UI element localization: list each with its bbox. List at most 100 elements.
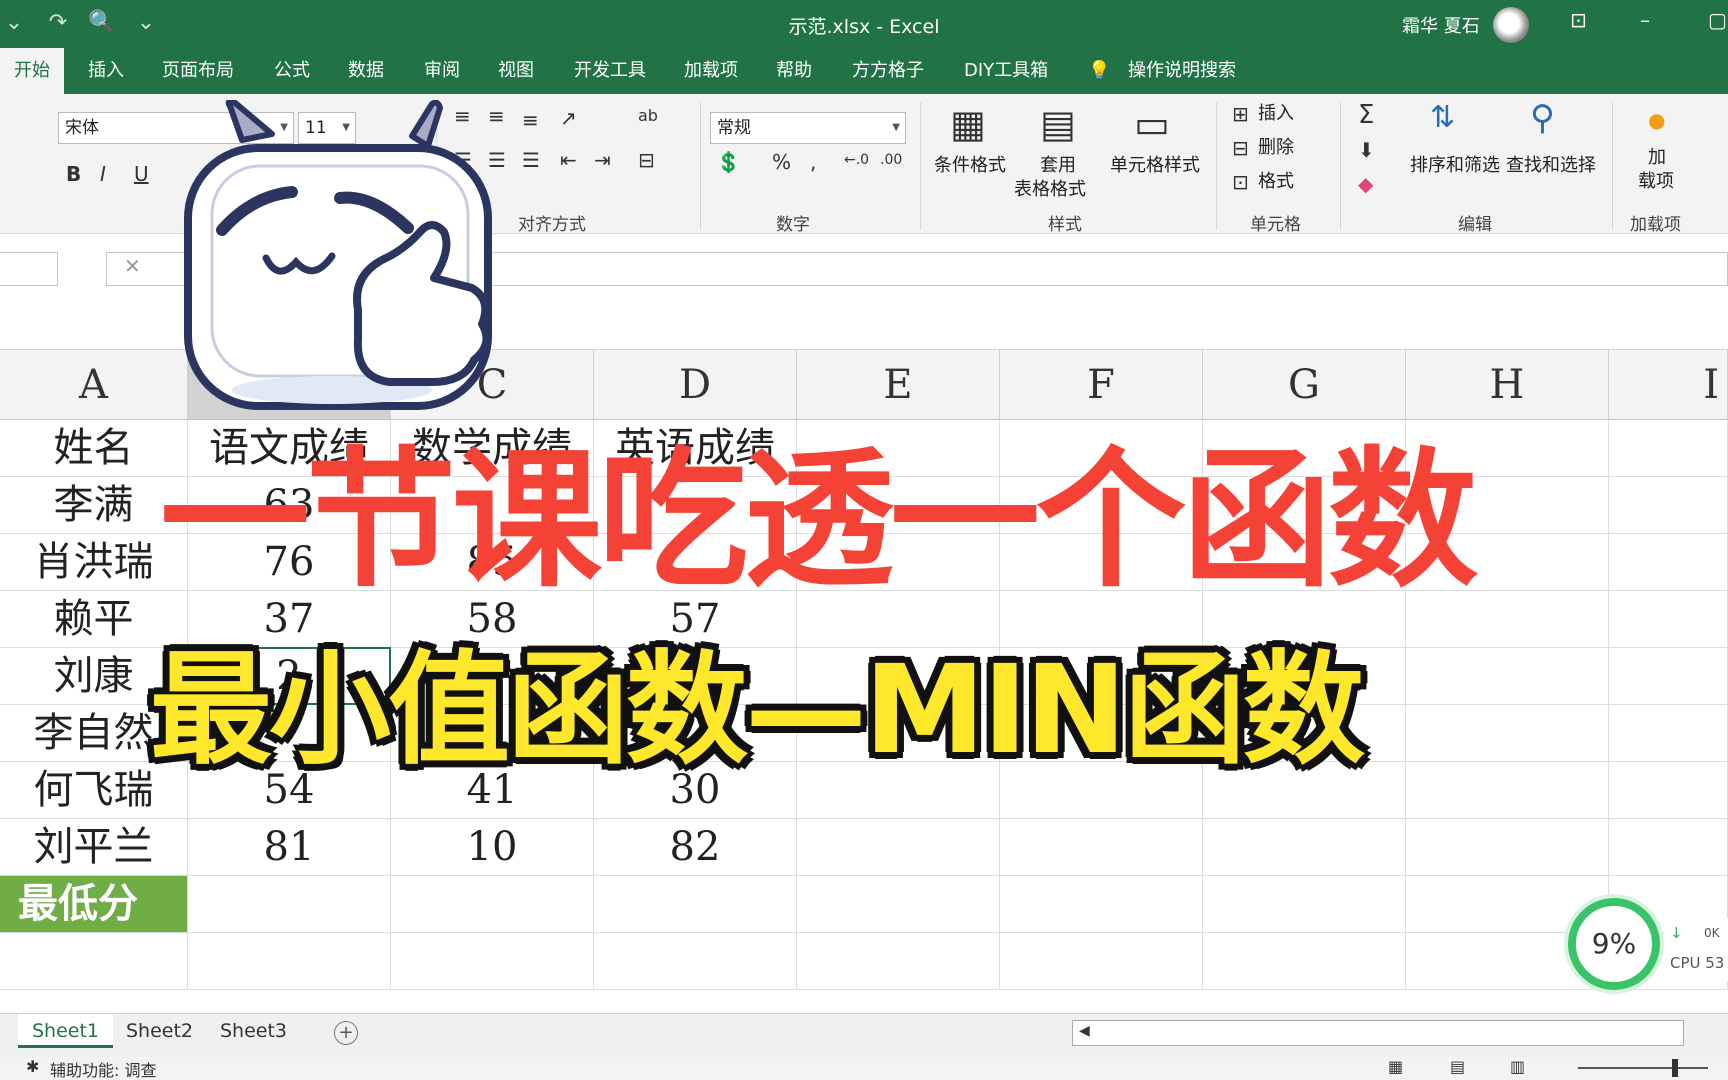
format-cells-button[interactable]: 格式 bbox=[1258, 170, 1294, 194]
page-layout-view-icon[interactable]: ▤ bbox=[1450, 1057, 1465, 1076]
autosum-icon[interactable]: Σ bbox=[1358, 100, 1374, 130]
orientation-icon[interactable]: ↗ bbox=[560, 106, 577, 130]
find-select-button[interactable]: 查找和选择 bbox=[1506, 154, 1596, 178]
accessibility-status[interactable]: 辅助功能: 调查 bbox=[50, 1057, 156, 1080]
format-as-table-button-line1[interactable]: 套用 bbox=[1040, 154, 1076, 178]
cell-r9-c4[interactable] bbox=[594, 876, 797, 933]
cell-r8-c9[interactable] bbox=[1609, 819, 1728, 876]
cell-r8-c7[interactable] bbox=[1203, 819, 1406, 876]
maximize-button[interactable]: ▢ bbox=[1708, 8, 1727, 32]
page-break-view-icon[interactable]: ▥ bbox=[1510, 1057, 1525, 1076]
tab-review[interactable]: 审阅 bbox=[424, 48, 460, 94]
minimize-button[interactable]: – bbox=[1640, 8, 1650, 32]
cell-r5-c9[interactable] bbox=[1609, 648, 1728, 705]
cell-r10-c6[interactable] bbox=[1000, 933, 1203, 990]
column-header-d[interactable]: D bbox=[594, 350, 797, 420]
net-cpu-widget[interactable]: ↓ 0K CPU 53 bbox=[1664, 918, 1728, 982]
column-header-f[interactable]: F bbox=[1000, 350, 1203, 420]
tab-data[interactable]: 数据 bbox=[348, 48, 384, 94]
underline-icon[interactable]: U bbox=[134, 162, 149, 186]
cell-r10-c7[interactable] bbox=[1203, 933, 1406, 990]
cell-r8-c2[interactable]: 81 bbox=[188, 819, 391, 876]
cell-r8-c4[interactable]: 82 bbox=[594, 819, 797, 876]
sheet-tab-1[interactable]: Sheet1 bbox=[18, 1014, 114, 1048]
insert-cells-icon[interactable]: ⊞ bbox=[1232, 102, 1249, 126]
cell-r6-c8[interactable] bbox=[1406, 705, 1609, 762]
tab-addins[interactable]: 加载项 bbox=[684, 48, 738, 94]
cell-r10-c2[interactable] bbox=[188, 933, 391, 990]
number-format-combo[interactable]: 常规 ▼ bbox=[710, 112, 906, 144]
tab-developer[interactable]: 开发工具 bbox=[574, 48, 646, 94]
cell-r8-c6[interactable] bbox=[1000, 819, 1203, 876]
horizontal-scrollbar[interactable]: ◀ bbox=[1072, 1020, 1684, 1046]
sheet-tab-2[interactable]: Sheet2 bbox=[112, 1014, 207, 1048]
cell-r1-c9[interactable] bbox=[1609, 420, 1728, 477]
search-icon[interactable]: ⚲ bbox=[1530, 98, 1555, 138]
sheet-tab-3[interactable]: Sheet3 bbox=[206, 1014, 301, 1048]
comma-style-icon[interactable]: , bbox=[810, 150, 816, 174]
ribbon-display-icon[interactable]: ⊡ bbox=[1570, 8, 1587, 32]
cell-r9-c5[interactable] bbox=[797, 876, 1000, 933]
format-as-table-button-line2[interactable]: 表格格式 bbox=[1014, 178, 1086, 202]
tab-diy-toolbox[interactable]: DIY工具箱 bbox=[964, 48, 1048, 94]
cell-r4-c9[interactable] bbox=[1609, 591, 1728, 648]
name-box[interactable] bbox=[0, 252, 58, 286]
wrap-text-icon[interactable]: ab bbox=[638, 106, 658, 125]
sort-filter-button[interactable]: 排序和筛选 bbox=[1410, 154, 1500, 178]
delete-cells-button[interactable]: 删除 bbox=[1258, 136, 1294, 160]
increase-indent-icon[interactable]: ⇥ bbox=[594, 148, 611, 172]
align-right-icon[interactable]: ☰ bbox=[522, 148, 540, 172]
normal-view-icon[interactable]: ▦ bbox=[1388, 1057, 1403, 1076]
memory-gauge[interactable]: 9% bbox=[1568, 898, 1660, 990]
tab-help[interactable]: 帮助 bbox=[776, 48, 812, 94]
tab-formulas[interactable]: 公式 bbox=[274, 48, 310, 94]
cell-r10-c3[interactable] bbox=[391, 933, 594, 990]
fill-icon[interactable]: ⬇ bbox=[1358, 138, 1375, 162]
sort-filter-icon[interactable]: ⇅ bbox=[1430, 100, 1455, 135]
cell-styles-button[interactable]: 单元格样式 bbox=[1110, 154, 1200, 178]
currency-icon[interactable]: 💲 bbox=[716, 150, 741, 174]
italic-icon[interactable]: I bbox=[100, 162, 106, 186]
decrease-decimal-icon[interactable]: .00 bbox=[880, 152, 902, 168]
cell-r9-c6[interactable] bbox=[1000, 876, 1203, 933]
cell-r2-c9[interactable] bbox=[1609, 477, 1728, 534]
increase-decimal-icon[interactable]: ←.0 bbox=[844, 152, 869, 168]
cell-r6-c9[interactable] bbox=[1609, 705, 1728, 762]
conditional-format-icon[interactable]: ▦ bbox=[950, 102, 986, 146]
avatar[interactable] bbox=[1493, 7, 1529, 43]
percent-icon[interactable]: % bbox=[772, 150, 791, 174]
tab-page-layout[interactable]: 页面布局 bbox=[162, 48, 234, 94]
cell-r8-c3[interactable]: 10 bbox=[391, 819, 594, 876]
tab-view[interactable]: 视图 bbox=[498, 48, 534, 94]
cell-r10-c1[interactable] bbox=[0, 933, 188, 990]
align-bottom-icon[interactable]: ≡ bbox=[522, 108, 539, 132]
cell-r7-c9[interactable] bbox=[1609, 762, 1728, 819]
bold-icon[interactable]: B bbox=[66, 162, 81, 186]
column-header-g[interactable]: G bbox=[1203, 350, 1406, 420]
column-header-a[interactable]: A bbox=[0, 350, 188, 420]
cell-r8-c1[interactable]: 刘平兰 bbox=[0, 819, 188, 876]
decrease-indent-icon[interactable]: ⇤ bbox=[560, 148, 577, 172]
format-cells-icon[interactable]: ⊡ bbox=[1232, 170, 1249, 194]
clear-icon[interactable]: ◆ bbox=[1358, 172, 1373, 196]
cell-r9-c1[interactable]: 最低分 bbox=[0, 876, 188, 933]
addin-icon[interactable]: ● bbox=[1648, 108, 1665, 132]
cell-r9-c3[interactable] bbox=[391, 876, 594, 933]
format-as-table-icon[interactable]: ▤ bbox=[1040, 102, 1076, 146]
cell-r9-c7[interactable] bbox=[1203, 876, 1406, 933]
cell-r8-c5[interactable] bbox=[797, 819, 1000, 876]
addin-button-line2[interactable]: 载项 bbox=[1638, 170, 1674, 194]
cell-r10-c5[interactable] bbox=[797, 933, 1000, 990]
tab-fangfang[interactable]: 方方格子 bbox=[852, 48, 924, 94]
tab-home[interactable]: 开始 bbox=[0, 48, 64, 94]
merge-center-icon[interactable]: ⊟ bbox=[638, 148, 655, 172]
column-header-i[interactable]: I bbox=[1609, 350, 1728, 420]
cell-r3-c9[interactable] bbox=[1609, 534, 1728, 591]
zoom-slider-thumb[interactable] bbox=[1672, 1059, 1678, 1077]
zoom-slider[interactable] bbox=[1578, 1067, 1708, 1069]
scroll-left-icon[interactable]: ◀ bbox=[1079, 1023, 1090, 1039]
tab-insert[interactable]: 插入 bbox=[88, 48, 124, 94]
add-sheet-icon[interactable]: + bbox=[334, 1021, 358, 1045]
column-header-h[interactable]: H bbox=[1406, 350, 1609, 420]
cell-r9-c2[interactable] bbox=[188, 876, 391, 933]
